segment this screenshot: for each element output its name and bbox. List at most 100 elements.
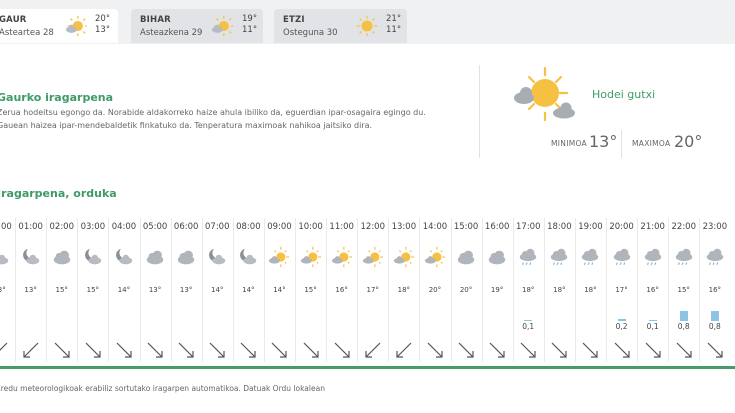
wind-arrow-icon: [23, 342, 39, 358]
day-tabs: GAUR Asteartea 28 20° 13° BIHAR Asteazke…: [0, 0, 735, 44]
summary-description: Hodei gutxi: [592, 88, 656, 101]
wind-arrow-icon: [489, 342, 505, 358]
sun-icon: [356, 15, 378, 37]
hour-column: 16:00 19°: [481, 216, 513, 362]
day-tab-day-after[interactable]: ETZI Osteguna 30 21° 11°: [274, 9, 407, 43]
day-tab-date: Asteartea 28: [0, 28, 54, 38]
max-temp-label: MAXIMOA: [632, 139, 671, 148]
sun-clouds-icon: [514, 66, 575, 122]
day-tab-max: 19°: [242, 14, 258, 24]
day-tab-min: 13°: [95, 25, 111, 35]
footer-note: Eredu meteorologikoak erabiliz sortutako…: [0, 384, 325, 393]
cloud-icon: [146, 250, 164, 265]
hour-precipitation: 0,8: [708, 322, 721, 331]
hour-temperature: 18°: [553, 286, 566, 294]
sun-cloud-icon: [331, 246, 352, 268]
hour-temperature: 15°: [677, 286, 690, 294]
today-forecast-title: Gaurko iragarpena: [0, 91, 114, 104]
rain-cloud-icon: [582, 248, 599, 265]
hour-temperature: 17°: [615, 286, 628, 294]
min-max-divider: [621, 130, 622, 158]
day-tab-min: 11°: [386, 25, 402, 35]
hour-precipitation: 0,2: [615, 322, 628, 331]
moon-cloud-icon: [240, 248, 257, 265]
min-temp-value: 13°: [589, 132, 618, 151]
hour-time: 23:00: [702, 222, 728, 232]
wind-arrow-icon: [178, 342, 194, 358]
rain-cloud-icon: [613, 248, 630, 265]
hour-column: 01:00 13°: [15, 216, 46, 362]
hour-temperature: 16°: [646, 286, 659, 294]
wind-arrow-icon: [676, 342, 692, 358]
rain-cloud-icon: [675, 248, 692, 265]
hour-temperature: 15°: [55, 286, 68, 294]
wind-arrow-icon: [116, 342, 132, 358]
precipitation-bar: [710, 311, 719, 321]
cloud-icon: [177, 250, 195, 265]
wind-arrow-icon: [334, 342, 350, 358]
wind-arrow-icon: [583, 342, 599, 358]
today-forecast-text: Zerua hodeitsu egongo da. Norabide aldak…: [0, 108, 426, 130]
hour-temperature: 17°: [366, 286, 379, 294]
cloud-icon: [457, 250, 475, 265]
hour-column: 06:00 13°: [170, 216, 202, 362]
hour-column: 05:00 13°: [139, 216, 171, 362]
hour-temperature: 13°: [24, 286, 37, 294]
min-temp-label: MINIMOA: [551, 139, 587, 148]
hour-column: 21:00 16° 0,1: [637, 216, 668, 362]
wind-arrow-icon: [520, 342, 536, 358]
hour-column: 12:00 17°: [357, 216, 388, 362]
hour-temperature: 20°: [428, 286, 442, 294]
hour-temperature: 13°: [0, 286, 6, 294]
wind-arrow-icon: [209, 342, 225, 358]
day-tab-today[interactable]: GAUR Asteartea 28 20° 13°: [0, 9, 118, 43]
hourly-forecast-table: 00:0013°01:0013°02:0015°03:0015°04:0014°…: [0, 216, 735, 366]
hour-temperature: 19°: [490, 286, 504, 294]
hour-temperature: 20°: [459, 286, 473, 294]
hour-temperature: 18°: [522, 286, 535, 294]
wind-arrow-icon: [614, 342, 630, 358]
day-tab-date: Asteazkena 29: [140, 28, 203, 38]
hour-column: 19:00 18°: [574, 216, 606, 362]
hour-column: 08:00 14°: [232, 216, 264, 362]
hour-temperature: 13°: [148, 286, 162, 294]
sun-cloud-icon: [269, 246, 290, 268]
wind-arrow-icon: [427, 342, 443, 358]
cloud-icon: [488, 250, 506, 265]
moon-cloud-icon: [115, 248, 133, 265]
hour-temperature: 15°: [304, 286, 317, 294]
wind-arrow-icon: [0, 342, 7, 351]
day-tab-tomorrow[interactable]: BIHAR Asteazkena 29 19° 11°: [131, 9, 263, 43]
moon-cloud-icon: [209, 248, 226, 265]
hour-column: 07:00 14°: [201, 216, 233, 362]
day-tab-name: BIHAR: [140, 15, 171, 25]
hour-column: 02:00 15°: [46, 216, 77, 362]
day-tab-min: 11°: [242, 25, 258, 35]
wind-arrow-icon: [707, 342, 723, 358]
wind-arrow-icon: [272, 342, 288, 358]
sun-cloud-icon: [424, 246, 446, 268]
wind-arrow-icon: [645, 342, 661, 358]
hour-column: 04:00 14°: [108, 216, 139, 362]
hour-temperature: 16°: [708, 286, 722, 294]
hour-column: 03:00 15°: [77, 216, 108, 362]
hour-precipitation: 0,8: [677, 322, 690, 331]
hour-temperature: 16°: [335, 286, 348, 294]
hour-column: 22:00 15° 0,8: [668, 216, 699, 362]
hour-column: 09:00 14°: [263, 216, 295, 362]
wind-arrow-icon: [54, 342, 70, 358]
max-temp-value: 20°: [674, 132, 703, 151]
day-tab-max: 20°: [95, 14, 111, 24]
precipitation-bar: [648, 320, 657, 321]
cloud-icon: [53, 250, 70, 265]
hour-column: 23:00 16° 0,8: [699, 216, 730, 362]
sun-cloud-icon: [362, 246, 383, 268]
hour-column: 10:00 15°: [295, 216, 326, 362]
wind-arrow-icon: [303, 342, 319, 358]
hour-precipitation: 0,1: [522, 322, 535, 331]
hour-temperature: 13°: [179, 286, 193, 294]
hour-temperature: 14°: [117, 286, 131, 294]
hourly-forecast-title: Iragarpena, orduka: [0, 187, 117, 200]
rain-cloud-icon: [644, 248, 661, 265]
day-tab-date: Osteguna 30: [283, 28, 338, 38]
